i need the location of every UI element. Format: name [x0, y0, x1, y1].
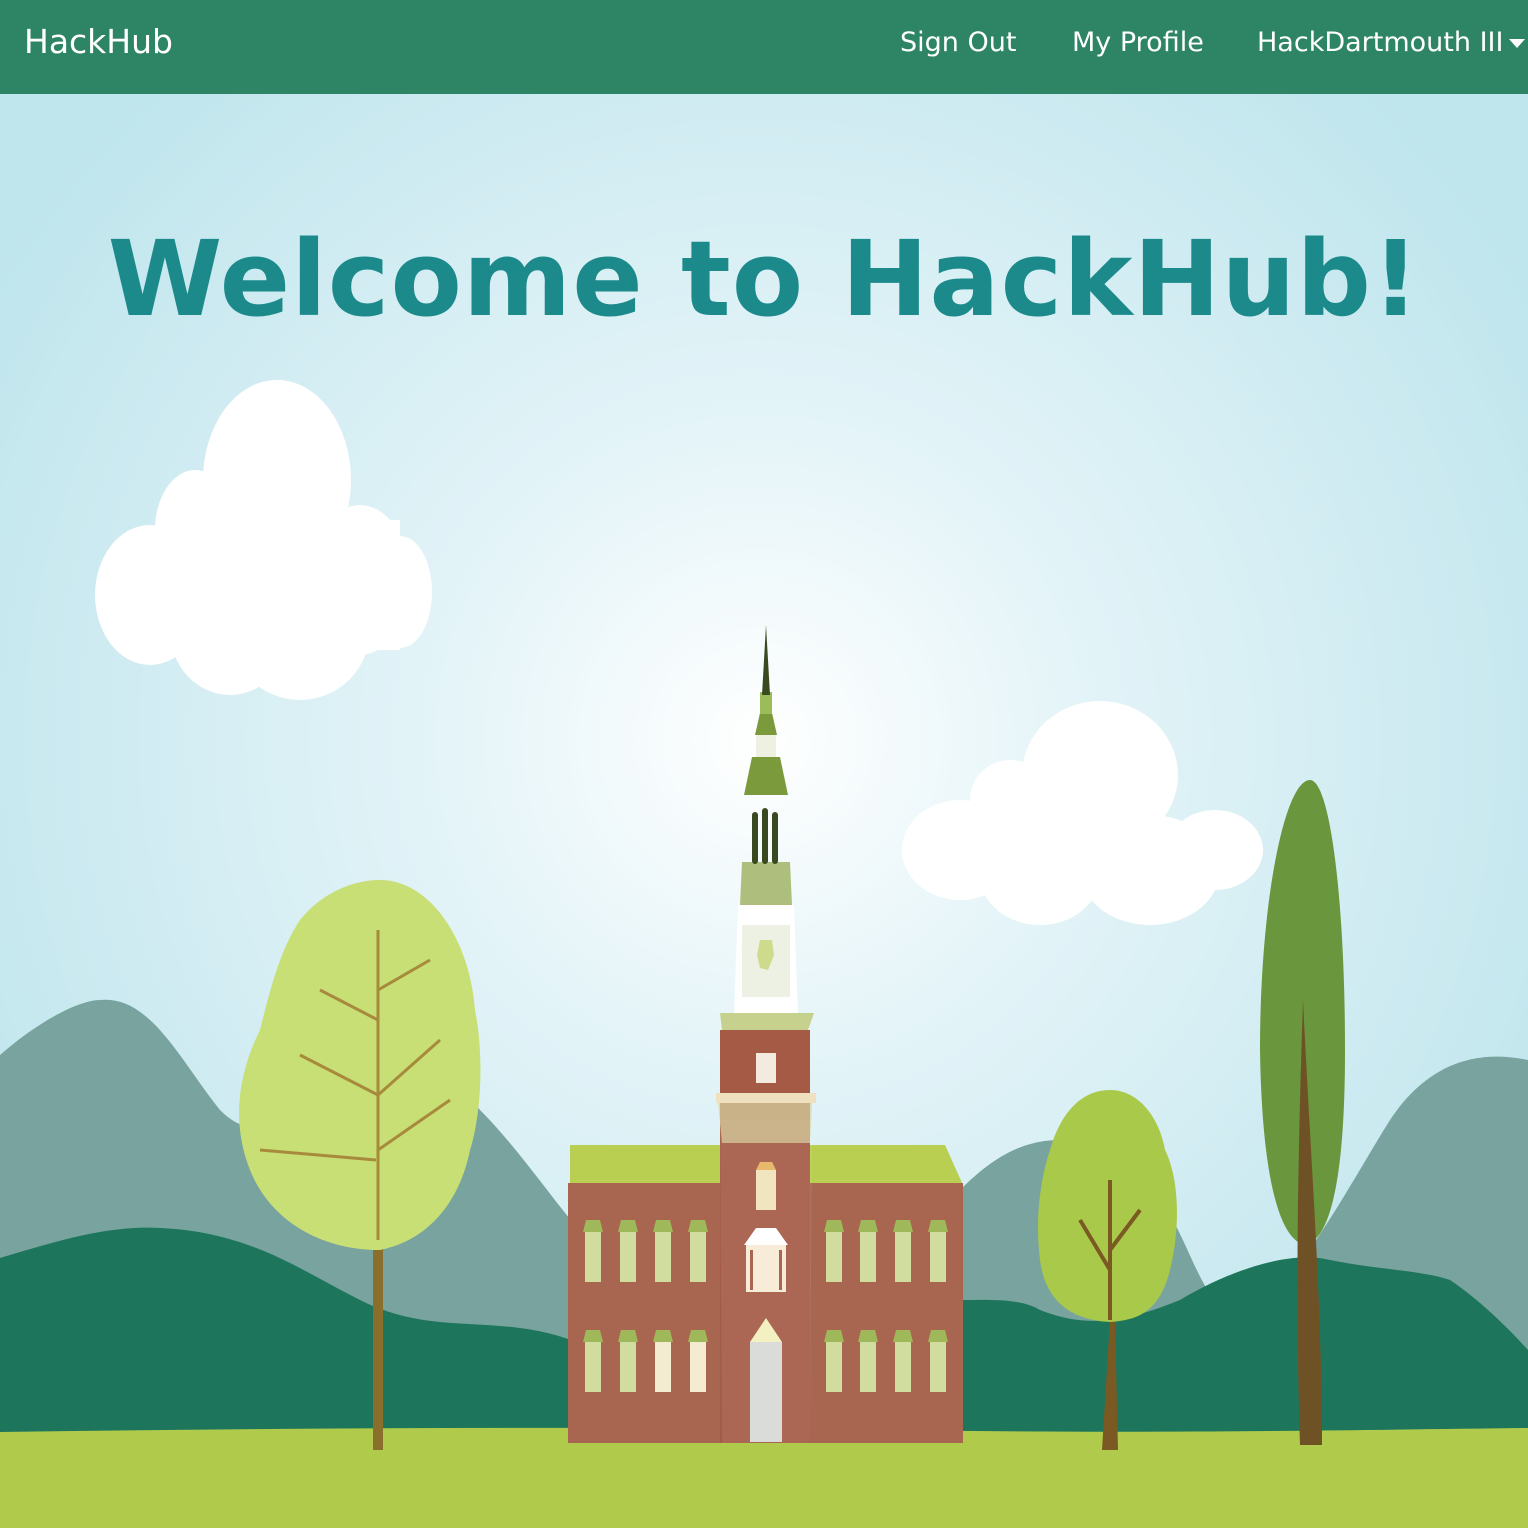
caret-down-icon: [1509, 39, 1526, 48]
brand-link[interactable]: HackHub: [24, 22, 173, 62]
navbar: HackHub Sign Out My Profile HackDartmout…: [0, 0, 1528, 94]
event-dropdown-label: HackDartmouth III: [1257, 27, 1504, 58]
sign-out-link[interactable]: Sign Out: [900, 24, 1016, 62]
hero-section: Welcome to HackHub!: [0, 94, 1528, 1528]
my-profile-link[interactable]: My Profile: [1072, 24, 1204, 62]
welcome-title: Welcome to HackHub!: [107, 218, 1421, 340]
event-dropdown[interactable]: HackDartmouth III: [1257, 24, 1526, 62]
